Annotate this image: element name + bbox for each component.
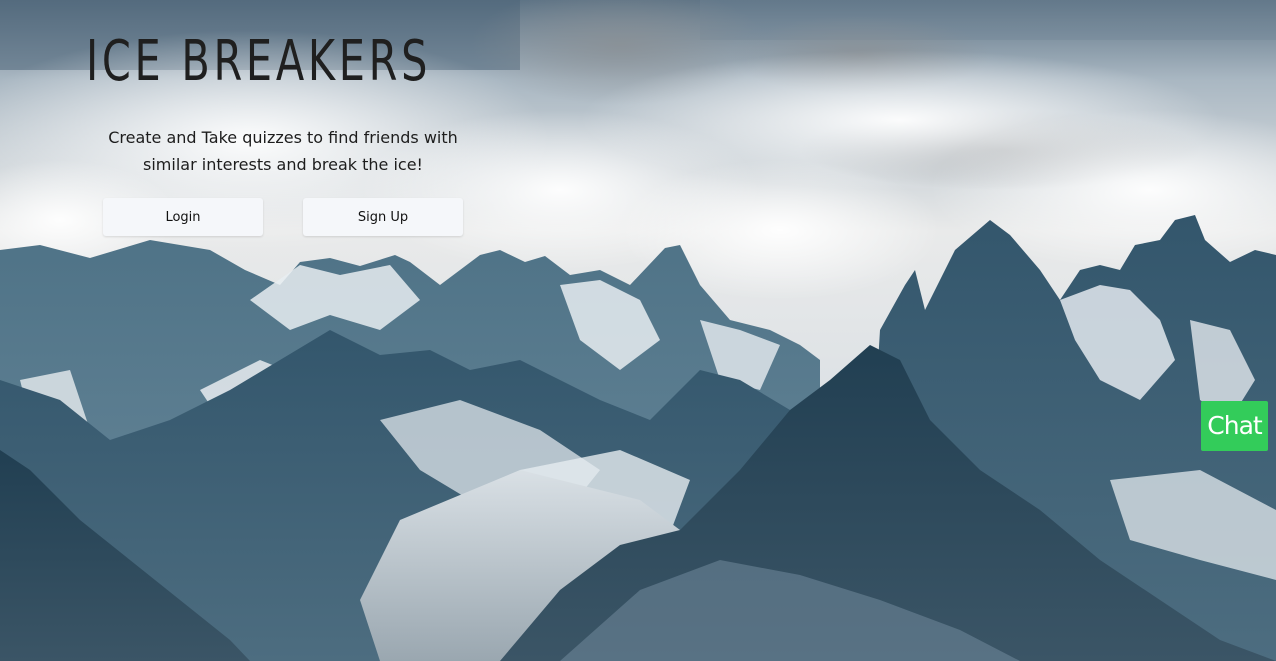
mountain-scenery-image (0, 0, 1276, 661)
chat-button[interactable]: Chat (1201, 401, 1268, 451)
tagline: Create and Take quizzes to find friends … (108, 128, 458, 174)
login-button[interactable]: Login (103, 198, 263, 236)
hero-background (0, 0, 1276, 661)
signup-button[interactable]: Sign Up (303, 198, 463, 236)
site-title: ICE BREAKERS (86, 29, 432, 94)
